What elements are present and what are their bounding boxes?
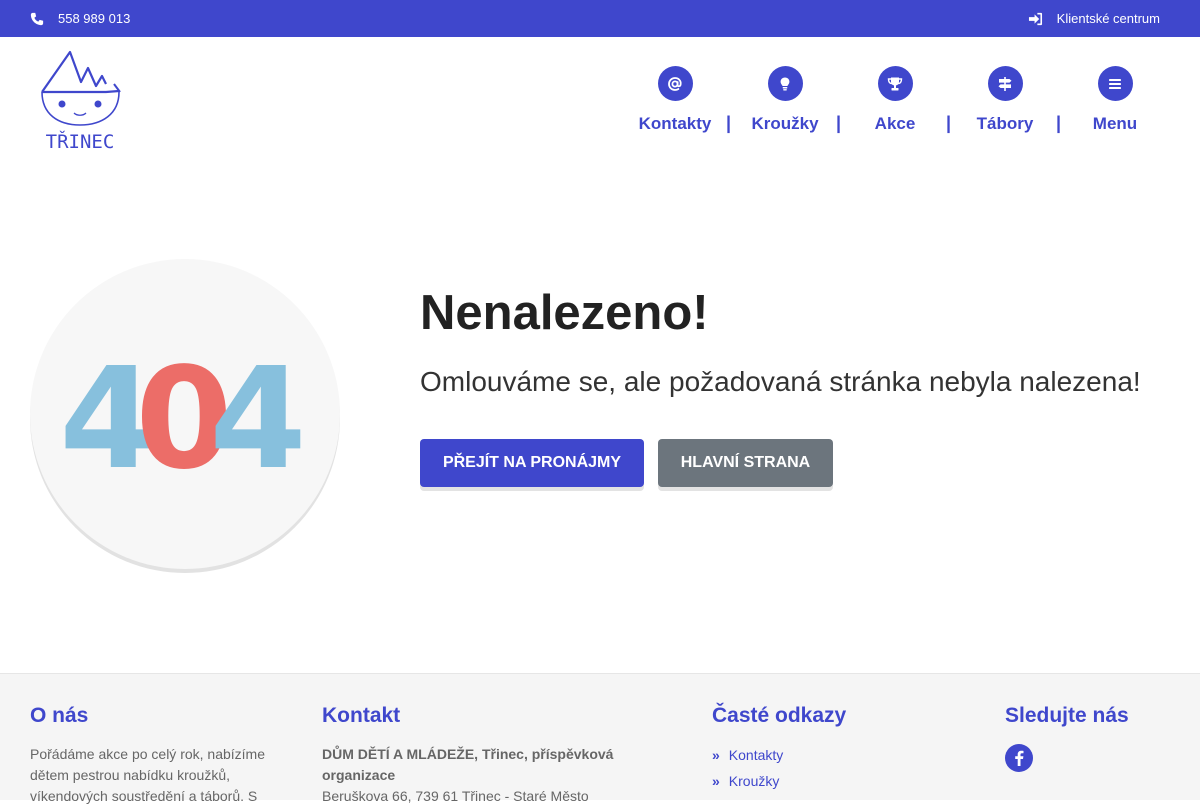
footer-contact: Kontakt DŮM DĚTÍ A MLÁDEŽE, Třinec, přís… — [322, 704, 642, 807]
nav-label: Tábory — [976, 114, 1034, 133]
nav-item-tabory[interactable]: Tábory — [950, 66, 1060, 134]
nav-label: Akce — [874, 114, 916, 133]
footer-about-title: O nás — [30, 704, 89, 727]
phone-number: 558 989 013 — [58, 11, 131, 26]
chevron-double-right-icon: » — [712, 747, 720, 763]
nav-label: Kontakty — [638, 114, 712, 133]
error-digit: 4 — [209, 338, 306, 501]
nav-label: Kroužky — [751, 114, 819, 133]
home-page-button[interactable]: HLAVNÍ STRANA — [658, 439, 833, 487]
top-bar: 558 989 013 Klientské centrum — [0, 0, 1200, 37]
error-404-badge: 4 0 4 — [30, 259, 340, 569]
footer-social: Sledujte nás — [1005, 704, 1129, 772]
client-center-link[interactable]: Klientské centrum — [1028, 11, 1160, 26]
nav-item-kontakty[interactable]: Kontakty — [620, 66, 730, 134]
footer-link-krouzky[interactable]: » Kroužky — [712, 768, 846, 794]
facebook-link[interactable] — [1005, 744, 1033, 772]
footer-about-text: Pořádáme akce po celý rok, nabízíme děte… — [30, 746, 266, 804]
nav-icon-circle — [767, 66, 803, 101]
logo-text: TŘINEC — [46, 130, 115, 153]
chevron-double-right-icon: » — [712, 773, 720, 789]
nav-icon-circle — [987, 66, 1023, 101]
footer-contact-title: Kontakt — [322, 704, 401, 727]
nav-item-akce[interactable]: Akce — [840, 66, 950, 134]
main-nav: Kontakty | Kroužky | Akce | Tábory | Men… — [620, 66, 1180, 146]
footer-link-kontakty[interactable]: » Kontakty — [712, 742, 846, 768]
footer-social-title: Sledujte nás — [1005, 704, 1129, 727]
nav-item-krouzky[interactable]: Kroužky — [730, 66, 840, 134]
nav-label: Menu — [1092, 114, 1138, 133]
site-logo[interactable]: TŘINEC — [36, 46, 126, 156]
nav-icon-circle — [877, 66, 913, 101]
nav-icon-circle — [1097, 66, 1133, 101]
footer-link-label: Kroužky — [728, 773, 780, 789]
footer-links: Časté odkazy » Kontakty » Kroužky — [712, 704, 846, 794]
site-footer: O nás Pořádáme akce po celý rok, nabízím… — [0, 673, 1200, 804]
menu-icon — [1109, 78, 1121, 89]
nav-item-menu[interactable]: Menu — [1060, 66, 1170, 134]
page-title: Nenalezeno! — [420, 286, 709, 340]
facebook-icon — [1015, 750, 1024, 766]
trophy-icon — [887, 77, 903, 90]
lightbulb-icon — [780, 77, 790, 90]
sign-in-icon — [1028, 12, 1042, 25]
at-icon — [668, 76, 682, 91]
nav-icon-circle — [657, 66, 693, 101]
logo-image: TŘINEC — [41, 50, 121, 153]
footer-link-label: Kontakty — [728, 747, 784, 763]
error-message: Omlouváme se, ale požadovaná stránka neb… — [420, 366, 1141, 397]
client-center-label: Klientské centrum — [1056, 11, 1160, 26]
phone-link[interactable]: 558 989 013 — [30, 11, 130, 26]
signpost-icon — [998, 76, 1012, 91]
footer-about: O nás Pořádáme akce po celý rok, nabízím… — [30, 704, 280, 807]
error-code-graphic: 4 0 4 — [59, 338, 306, 501]
phone-icon — [30, 12, 44, 25]
go-to-rentals-button[interactable]: PŘEJÍT NA PRONÁJMY — [420, 439, 644, 487]
footer-links-title: Časté odkazy — [712, 704, 847, 727]
footer-contact-address: Beruškova 66, 739 61 Třinec - Staré Měst… — [322, 788, 589, 804]
footer-contact-org: DŮM DĚTÍ A MLÁDEŽE, Třinec, příspěvková … — [322, 746, 614, 783]
